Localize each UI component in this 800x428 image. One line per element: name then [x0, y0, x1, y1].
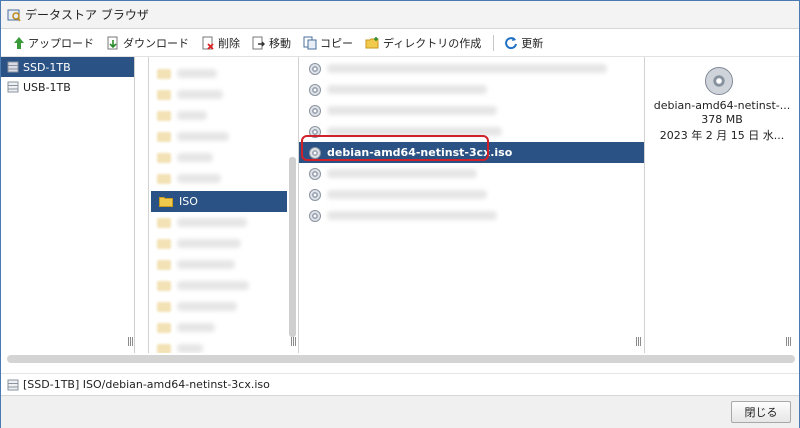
- disc-image-icon: [309, 83, 321, 96]
- file-item-selected[interactable]: debian-amd64-netinst-3cx.iso: [299, 142, 644, 163]
- folder-icon: [157, 173, 171, 184]
- refresh-label: 更新: [521, 36, 544, 50]
- folder-icon: [157, 131, 171, 142]
- folder-item-iso[interactable]: ISO: [151, 191, 287, 212]
- close-button[interactable]: 閉じる: [731, 401, 791, 423]
- disc-image-icon: [705, 67, 733, 95]
- datastore-label: SSD-1TB: [23, 60, 71, 74]
- folder-icon: [157, 217, 171, 228]
- window-title: データストア ブラウザ: [25, 8, 149, 22]
- delete-label: 削除: [218, 36, 240, 50]
- folder-icon: [157, 343, 171, 353]
- copy-icon: [303, 36, 317, 49]
- toolbar: アップロード ダウンロード 削除 移動 コピー ディレクトリの作成 更新: [1, 29, 799, 57]
- disc-image-icon: [309, 209, 321, 222]
- datastore-label: USB-1TB: [23, 80, 71, 94]
- disc-image-icon: [309, 188, 321, 201]
- file-item[interactable]: [299, 79, 644, 100]
- delete-icon: [202, 36, 214, 50]
- folder-item[interactable]: [149, 338, 298, 353]
- folder-item[interactable]: [149, 233, 298, 254]
- disc-image-icon: [309, 125, 321, 138]
- delete-button[interactable]: 削除: [197, 32, 244, 54]
- download-label: ダウンロード: [123, 36, 189, 50]
- download-icon: [107, 36, 118, 49]
- file-item[interactable]: [299, 163, 644, 184]
- file-item[interactable]: [299, 121, 644, 142]
- move-button[interactable]: 移動: [248, 32, 295, 54]
- datastore-browser-icon: [7, 9, 21, 21]
- create-directory-label: ディレクトリの作成: [383, 36, 482, 50]
- title-bar: データストア ブラウザ: [1, 1, 799, 29]
- move-label: 移動: [269, 36, 291, 50]
- folder-icon: [157, 152, 171, 163]
- datastore-item[interactable]: USB-1TB: [1, 77, 134, 97]
- folder-icon: [157, 301, 171, 312]
- datastore-browser-window: データストア ブラウザ アップロード ダウンロード 削除 移動 コピー ディレク…: [0, 0, 800, 428]
- folder-icon: [157, 110, 171, 121]
- path-bar: [SSD-1TB] ISO/debian-amd64-netinst-3cx.i…: [1, 373, 799, 395]
- datastore-item[interactable]: SSD-1TB: [1, 57, 134, 77]
- current-path: [SSD-1TB] ISO/debian-amd64-netinst-3cx.i…: [23, 378, 270, 391]
- upload-label: アップロード: [28, 36, 94, 50]
- folder-item[interactable]: [149, 126, 298, 147]
- column-resize-grip[interactable]: |||: [127, 337, 134, 347]
- disc-image-icon: [309, 167, 321, 180]
- file-list: debian-amd64-netinst-3cx.iso |||: [299, 57, 645, 353]
- folder-icon: [159, 197, 173, 207]
- copy-button[interactable]: コピー: [299, 32, 357, 54]
- file-item[interactable]: [299, 100, 644, 121]
- refresh-icon: [505, 36, 518, 49]
- folder-icon: [157, 322, 171, 333]
- detail-file-size: 378 MB: [701, 113, 743, 126]
- refresh-button[interactable]: 更新: [500, 32, 547, 54]
- copy-label: コピー: [320, 36, 353, 50]
- disc-image-icon: [309, 104, 321, 117]
- datastore-icon: [7, 81, 19, 93]
- folder-item[interactable]: [149, 84, 298, 105]
- new-folder-icon: [365, 36, 379, 48]
- folder-item[interactable]: [149, 212, 298, 233]
- detail-file-name: debian-amd64-netinst-...: [653, 99, 791, 112]
- folder-icon: [157, 89, 171, 100]
- column-resize-grip[interactable]: |||: [785, 337, 792, 347]
- create-directory-button[interactable]: ディレクトリの作成: [361, 32, 485, 54]
- file-details-panel: debian-amd64-netinst-... 378 MB 2023 年 2…: [645, 57, 799, 353]
- folder-item[interactable]: [149, 296, 298, 317]
- disc-image-icon: [309, 62, 321, 75]
- folder-item[interactable]: [149, 63, 298, 84]
- file-item[interactable]: [299, 184, 644, 205]
- datastore-icon: [7, 61, 19, 73]
- horizontal-scrollbar[interactable]: [7, 355, 795, 363]
- upload-button[interactable]: アップロード: [9, 32, 98, 54]
- upload-icon: [14, 36, 24, 49]
- pane-divider: [135, 57, 149, 353]
- folder-icon: [157, 238, 171, 249]
- folder-icon: [157, 68, 171, 79]
- folder-item[interactable]: [149, 275, 298, 296]
- folder-label: ISO: [179, 195, 198, 208]
- folder-item[interactable]: [149, 168, 298, 189]
- file-label: debian-amd64-netinst-3cx.iso: [327, 146, 513, 159]
- download-button[interactable]: ダウンロード: [102, 32, 193, 54]
- folder-list: ISO |||: [149, 57, 299, 353]
- folder-icon: [157, 280, 171, 291]
- toolbar-separator: [493, 34, 495, 51]
- column-resize-grip[interactable]: |||: [635, 337, 642, 347]
- folder-item[interactable]: [149, 147, 298, 168]
- vertical-scrollbar[interactable]: [289, 157, 296, 337]
- datastore-icon: [7, 379, 19, 390]
- column-resize-grip[interactable]: |||: [290, 337, 297, 347]
- file-item[interactable]: [299, 58, 644, 79]
- disc-image-icon: [309, 146, 321, 159]
- file-item[interactable]: [299, 205, 644, 226]
- folder-icon: [157, 259, 171, 270]
- datastore-list: SSD-1TB USB-1TB |||: [1, 57, 135, 353]
- detail-file-date: 2023 年 2 月 15 日 水...: [659, 129, 785, 142]
- folder-item[interactable]: [149, 254, 298, 275]
- folder-item[interactable]: [149, 317, 298, 338]
- folder-item[interactable]: [149, 105, 298, 126]
- dialog-footer: 閉じる: [1, 395, 799, 428]
- move-icon: [252, 36, 265, 49]
